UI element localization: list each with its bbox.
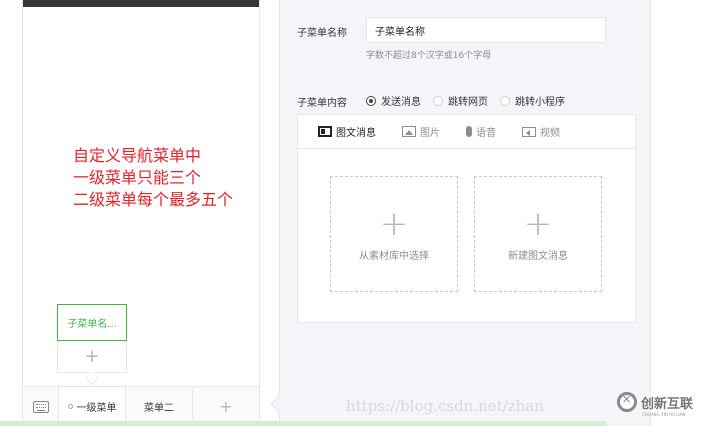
annotation-line: 一级菜单只能三个 (73, 168, 202, 187)
radio-jump-miniprogram[interactable]: 跳转小程序 (500, 93, 565, 108)
menu-bar: 一级菜单 菜单二 + (23, 386, 259, 426)
radio-icon (366, 95, 376, 106)
tab-label: 语音 (476, 128, 496, 139)
phone-title-bar (23, 0, 259, 7)
sub-menu-stack: 子菜单名... + (57, 304, 127, 386)
name-hint: 字数不超过8个汉字或16个字母 (366, 51, 492, 61)
name-label: 子菜单名称 (297, 28, 347, 39)
bottom-strip (0, 421, 607, 426)
message-editor: 图文消息 图片 语音 视频 + 从素材库中选择 + 新建图文消息 (297, 114, 636, 323)
plus-icon: + (219, 397, 233, 416)
tab-video[interactable]: 视频 (522, 124, 560, 139)
radio-icon (500, 95, 510, 106)
voice-icon (466, 126, 472, 137)
message-type-tabs: 图文消息 图片 语音 视频 (298, 115, 635, 149)
radio-label: 跳转小程序 (515, 97, 565, 108)
plus-icon: + (523, 203, 553, 244)
tab-label: 视频 (540, 128, 560, 139)
news-icon (318, 126, 332, 137)
tab-label: 图片 (420, 128, 440, 139)
card-label: 从素材库中选择 (359, 250, 429, 262)
red-annotation: 自定义导航菜单中 一级菜单只能三个 二级菜单每个最多五个 (73, 145, 233, 211)
image-icon (402, 126, 416, 137)
video-icon (522, 126, 536, 137)
radio-label: 发送消息 (381, 97, 421, 108)
add-sub-menu-button[interactable]: + (57, 341, 127, 373)
annotation-line: 自定义导航菜单中 (73, 146, 202, 165)
radio-label: 跳转网页 (448, 97, 488, 108)
radio-send-message[interactable]: 发送消息 (366, 93, 421, 108)
logo-icon (617, 392, 637, 412)
panel-pointer (270, 395, 288, 413)
content-type-radios: 发送消息 跳转网页 跳转小程序 (366, 93, 565, 108)
keyboard-icon (32, 400, 49, 413)
menu-preview-phone: 自定义导航菜单中 一级菜单只能三个 二级菜单每个最多五个 子菜单名... + 一… (22, 0, 260, 426)
annotation-line: 二级菜单每个最多五个 (73, 190, 234, 209)
material-cards: + 从素材库中选择 + 新建图文消息 (330, 176, 602, 292)
radio-icon (433, 95, 443, 106)
select-from-library-card[interactable]: + 从素材库中选择 (330, 176, 458, 292)
logo-text: 创新互联 (641, 396, 694, 412)
plus-icon: + (379, 203, 409, 244)
logo-subtext: CHUANG XIN HU LIAN (642, 412, 686, 417)
menu-item-label: 菜单二 (144, 403, 174, 414)
tab-voice[interactable]: 语音 (466, 124, 496, 139)
content-label: 子菜单内容 (297, 98, 347, 109)
blog-url-watermark: https://blog.csdn.net/zhan (346, 397, 544, 415)
sub-menu-edit-panel: 子菜单名称 字数不超过8个汉字或16个字母 子菜单内容 发送消息 跳转网页 跳转… (270, 0, 651, 426)
tab-image[interactable]: 图片 (402, 124, 440, 139)
tab-label: 图文消息 (336, 128, 376, 139)
sub-menu-item[interactable]: 子菜单名... (57, 304, 127, 341)
radio-jump-webpage[interactable]: 跳转网页 (433, 93, 488, 108)
tab-news[interactable]: 图文消息 (318, 124, 376, 139)
brand-logo: 创新互联 CHUANG XIN HU LIAN (617, 392, 694, 417)
menu-item-label: 一级菜单 (76, 403, 117, 414)
card-label: 新建图文消息 (508, 250, 568, 262)
menu-dot-icon (67, 404, 73, 409)
sub-menu-pointer (84, 370, 100, 386)
sub-menu-name-input[interactable] (366, 17, 606, 43)
new-news-card[interactable]: + 新建图文消息 (474, 176, 602, 292)
